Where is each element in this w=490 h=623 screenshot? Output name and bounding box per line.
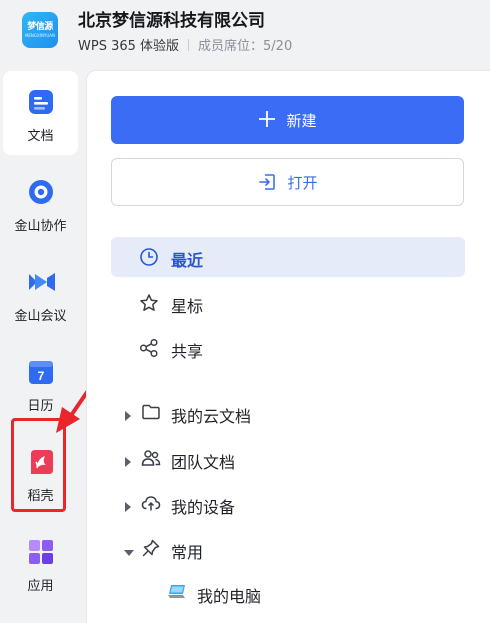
open-file-icon	[259, 174, 276, 190]
tree-label-my-computer: 我的电脑	[197, 587, 262, 606]
tree-item-frequent[interactable]: 常用	[111, 529, 465, 569]
logo-subtext: MENGXINYUAN	[24, 32, 56, 38]
plus-icon	[258, 110, 276, 130]
star-icon	[139, 293, 161, 315]
tree-item-my-devices[interactable]: 我的设备	[111, 484, 465, 524]
rail-item-collab[interactable]: 金山协作	[3, 161, 78, 245]
caret-right-icon[interactable]	[123, 407, 133, 421]
apps-icon	[27, 538, 55, 566]
kingsoft-collab-icon	[27, 178, 55, 206]
rail-item-meeting[interactable]: 金山会议	[3, 251, 78, 335]
caret-down-icon[interactable]	[123, 543, 134, 556]
tree-label-frequent: 常用	[171, 543, 204, 562]
divider	[188, 38, 190, 51]
caret-right-icon[interactable]	[123, 498, 133, 512]
nav-item-starred[interactable]: 星标	[111, 283, 465, 323]
main-panel: 新建 打开 最近 星标 共享 我的云文档 团队文档 我的设备 常用 我的电脑	[86, 70, 490, 623]
tree-item-my-computer[interactable]: 我的电脑	[111, 573, 465, 613]
open-button-label: 打开	[287, 173, 318, 192]
rail-label-meeting: 金山会议	[14, 309, 67, 324]
rail-label-apps: 应用	[27, 579, 54, 594]
folder-icon	[141, 402, 163, 424]
tree-label-my-devices: 我的设备	[171, 498, 236, 517]
tree-label-team-docs: 团队文档	[171, 453, 236, 472]
rail-item-apps[interactable]: 应用	[3, 521, 78, 605]
nav-label-starred: 星标	[171, 297, 204, 316]
share-icon	[139, 338, 161, 360]
edition-label: WPS 365 体验版	[78, 39, 180, 54]
video-meeting-icon	[27, 268, 55, 296]
rail-item-docs[interactable]: 文档	[3, 71, 78, 155]
org-logo[interactable]: 梦信源 MENGXINYUAN	[22, 12, 58, 48]
cloud-device-icon	[141, 493, 163, 515]
clock-icon	[139, 247, 161, 269]
nav-label-shared: 共享	[171, 342, 204, 361]
computer-icon	[166, 582, 188, 604]
nav-label-recent: 最近	[171, 251, 204, 270]
tree-item-cloud-docs[interactable]: 我的云文档	[111, 393, 465, 433]
new-button[interactable]: 新建	[111, 96, 464, 144]
logo-text: 梦信源	[27, 21, 53, 32]
nav-item-shared[interactable]: 共享	[111, 328, 465, 368]
calendar-day: 7	[37, 369, 44, 383]
app-header: 梦信源 MENGXINYUAN 北京梦信源科技有限公司 WPS 365 体验版 …	[0, 0, 490, 62]
document-icon	[27, 88, 55, 116]
new-button-label: 新建	[286, 111, 317, 130]
tree-item-team-docs[interactable]: 团队文档	[111, 439, 465, 479]
rail-label-docs: 文档	[27, 129, 54, 144]
pin-icon	[141, 538, 163, 560]
org-subtitle: WPS 365 体验版 成员席位：5/20	[78, 35, 292, 54]
open-button[interactable]: 打开	[111, 158, 464, 206]
rail-label-collab: 金山协作	[14, 219, 67, 234]
org-name[interactable]: 北京梦信源科技有限公司	[78, 6, 265, 31]
caret-right-icon[interactable]	[123, 453, 133, 467]
tree-label-cloud-docs: 我的云文档	[171, 407, 252, 426]
nav-item-recent[interactable]: 最近	[111, 237, 465, 277]
seat-count: 成员席位：5/20	[198, 39, 293, 54]
team-icon	[141, 448, 163, 470]
